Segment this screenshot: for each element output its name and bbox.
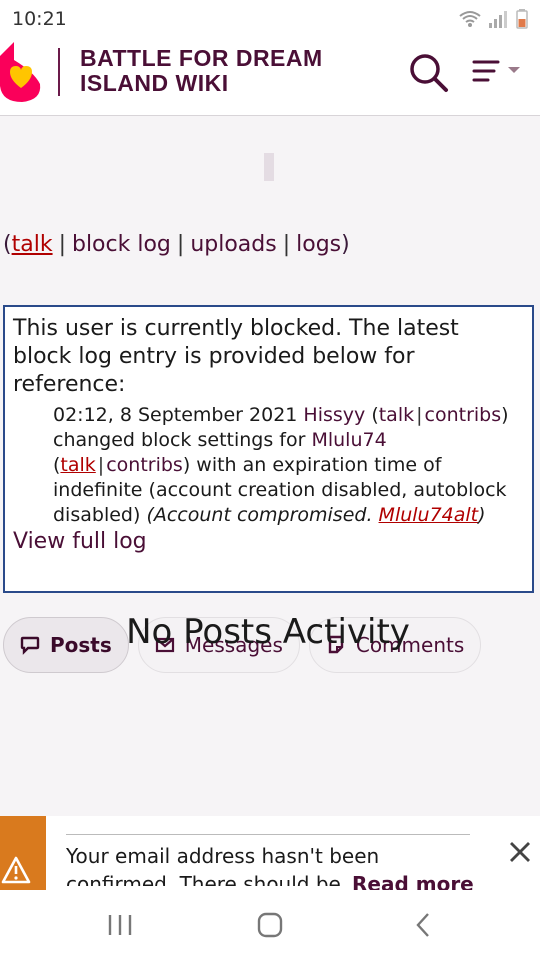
separator: | bbox=[282, 232, 291, 257]
email-confirm-banner: Your email address hasn't been confirmed… bbox=[0, 816, 540, 898]
back-icon[interactable] bbox=[402, 908, 442, 942]
target-talk-link[interactable]: talk bbox=[60, 454, 95, 476]
paren-open: ( bbox=[3, 232, 12, 257]
recent-apps-icon[interactable] bbox=[100, 908, 140, 942]
block-notice-intro: This user is currently blocked. The late… bbox=[13, 316, 459, 397]
loading-indicator bbox=[264, 153, 274, 181]
logs-link[interactable]: logs bbox=[296, 232, 341, 257]
banner-divider bbox=[66, 834, 470, 835]
status-time: 10:21 bbox=[12, 8, 67, 30]
view-full-log-link[interactable]: View full log bbox=[13, 528, 524, 556]
warning-icon bbox=[1, 856, 31, 884]
block-reason: (Account compromised. Mlulu74alt) bbox=[146, 504, 486, 526]
header-divider bbox=[58, 48, 60, 96]
status-icons bbox=[458, 7, 528, 29]
banner-warning-strip bbox=[0, 816, 46, 890]
status-bar: 10:21 bbox=[0, 0, 540, 36]
block-log-link[interactable]: block log bbox=[72, 232, 171, 257]
talk-link[interactable]: talk bbox=[12, 232, 53, 257]
uploads-link[interactable]: uploads bbox=[190, 232, 276, 257]
separator: | bbox=[416, 404, 423, 426]
system-nav-bar bbox=[0, 890, 540, 960]
block-action-text: changed block settings for bbox=[53, 429, 306, 451]
admin-talk-link[interactable]: talk bbox=[379, 404, 414, 426]
signal-icon bbox=[489, 11, 507, 28]
separator: | bbox=[97, 454, 105, 476]
menu-icon[interactable] bbox=[470, 54, 526, 90]
close-icon[interactable] bbox=[506, 838, 534, 866]
admin-user-link[interactable]: Hissyy bbox=[303, 404, 365, 426]
block-log-entry: 02:12, 8 September 2021 Hissyy (talk | con… bbox=[53, 404, 509, 526]
paren-close: ) bbox=[341, 232, 350, 257]
user-tool-links: (talk | block log | uploads | logs) bbox=[3, 232, 350, 257]
target-user-link[interactable]: Mlulu74 bbox=[311, 429, 386, 451]
wiki-title[interactable]: Battle for Dream Island Wiki bbox=[80, 46, 380, 96]
fandom-logo-icon[interactable] bbox=[0, 42, 44, 102]
admin-contribs-link[interactable]: contribs bbox=[425, 404, 502, 426]
block-reason-link[interactable]: Mlulu74alt bbox=[379, 504, 479, 526]
search-icon[interactable] bbox=[406, 50, 450, 94]
battery-icon bbox=[516, 9, 528, 29]
wifi-icon bbox=[459, 11, 481, 27]
wiki-header: Battle for Dream Island Wiki bbox=[0, 36, 540, 116]
home-icon[interactable] bbox=[250, 908, 290, 942]
empty-state-message: No Posts Activity bbox=[126, 612, 410, 652]
target-contribs-link[interactable]: contribs bbox=[106, 454, 183, 476]
separator: | bbox=[176, 232, 185, 257]
separator: | bbox=[58, 232, 66, 257]
block-timestamp: 02:12, 8 September 2021 bbox=[53, 404, 298, 426]
block-reason-text: Account compromised. bbox=[153, 504, 373, 526]
block-notice: This user is currently blocked. The late… bbox=[3, 305, 534, 593]
